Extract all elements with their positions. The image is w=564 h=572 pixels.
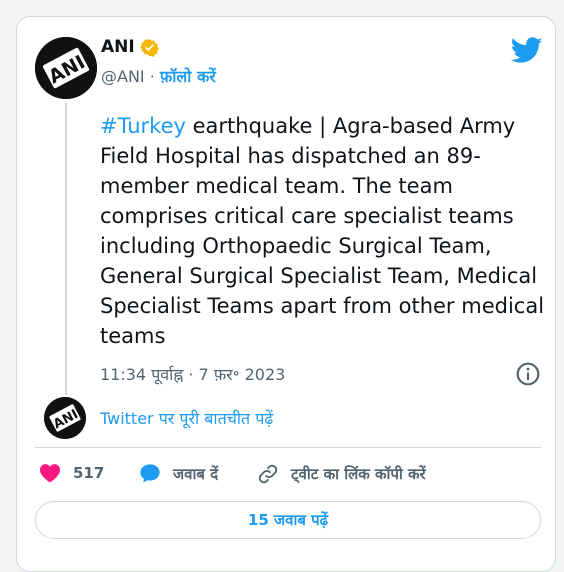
twitter-bird-icon[interactable]: [511, 37, 543, 64]
heart-icon: [40, 464, 60, 483]
read-replies-button[interactable]: 15 जवाब पढ़ें: [35, 501, 541, 539]
reply-label: जवाब दें: [173, 464, 219, 483]
ani-logo-small-icon: ANI: [44, 397, 86, 439]
author-avatar[interactable]: ANI: [35, 37, 97, 99]
tweet-card: ANI ANI @ANI · फ़ॉलो करें #Turkey earthq…: [16, 16, 556, 572]
author-name[interactable]: ANI: [101, 37, 159, 57]
tweet-body: earthquake | Agra-based Army Field Hospi…: [100, 114, 545, 348]
ani-logo-icon: ANI: [35, 37, 97, 99]
handle-line: @ANI · फ़ॉलो करें: [101, 65, 216, 87]
tweet-timestamp[interactable]: 11:34 पूर्वाह्न · 7 फ़र॰ 2023: [100, 363, 285, 385]
date-separator: ·: [183, 365, 199, 384]
tweet-time[interactable]: 11:34 पूर्वाह्न: [100, 365, 183, 384]
like-button[interactable]: 517: [39, 463, 104, 483]
copy-link-button[interactable]: ट्वीट का लिंक कॉपी करें: [257, 463, 426, 485]
tweet-date[interactable]: 7 फ़र॰ 2023: [199, 365, 286, 384]
tweet-text: #Turkey earthquake | Agra-based Army Fie…: [100, 111, 548, 351]
like-count: 517: [73, 464, 105, 482]
conversation-avatar[interactable]: ANI: [44, 397, 86, 439]
speech-bubble-icon: [140, 464, 160, 483]
hashtag-link[interactable]: #Turkey: [100, 114, 186, 138]
link-icon: [258, 464, 278, 484]
author-handle[interactable]: @ANI: [101, 67, 145, 86]
copy-link-label: ट्वीट का लिंक कॉपी करें: [291, 465, 426, 483]
divider: [35, 447, 541, 448]
read-replies-label: 15 जवाब पढ़ें: [247, 511, 329, 529]
verified-badge-icon: [139, 38, 159, 57]
author-name-text[interactable]: ANI: [101, 37, 135, 57]
reply-button[interactable]: जवाब दें: [139, 463, 218, 484]
info-icon[interactable]: [515, 361, 541, 387]
thread-connector-line: [65, 103, 67, 395]
follow-button[interactable]: फ़ॉलो करें: [160, 67, 216, 86]
read-conversation-link[interactable]: Twitter पर पूरी बातचीत पढ़ें: [100, 407, 273, 429]
handle-separator: ·: [144, 67, 160, 86]
